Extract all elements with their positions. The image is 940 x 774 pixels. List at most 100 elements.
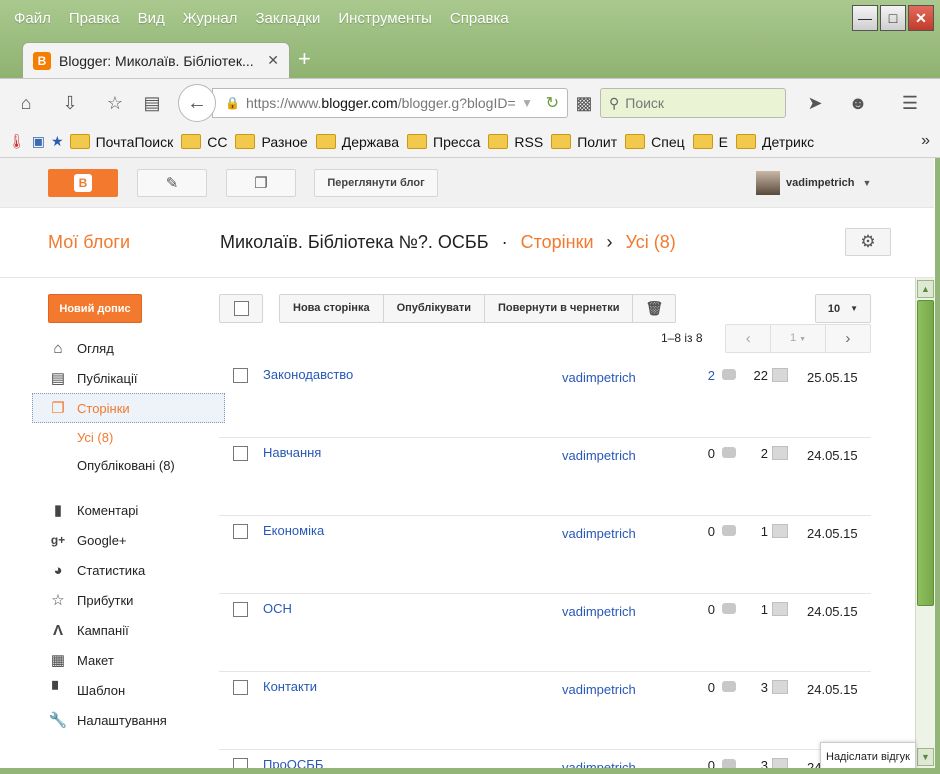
menu-help[interactable]: Справка — [450, 10, 509, 27]
minimize-icon[interactable]: — — [852, 5, 878, 31]
revert-to-draft-button[interactable]: Повернути в чернетки — [485, 295, 634, 322]
stats-graph-icon[interactable] — [772, 602, 788, 616]
row-checkbox[interactable] — [233, 524, 248, 539]
url-dropdown-icon[interactable]: ▼ — [521, 96, 533, 110]
monitor-icon[interactable]: ▣ — [32, 133, 45, 150]
more-bookmarks-icon[interactable]: » — [921, 132, 930, 150]
bookmark-folder[interactable]: Детрикс — [736, 134, 814, 150]
stats-graph-icon[interactable] — [772, 758, 788, 768]
menu-file[interactable]: Файл — [14, 10, 51, 27]
send-icon[interactable]: ➤ — [803, 91, 827, 115]
page-title-link[interactable]: Економіка — [263, 523, 324, 538]
menu-edit[interactable]: Правка — [69, 10, 120, 27]
sidebar-sub-published[interactable]: Опубліковані (8) — [77, 458, 175, 473]
sidebar-item-settings[interactable]: 🔧 Налаштування — [48, 708, 167, 732]
sidebar-item-pages[interactable]: ❐ Сторінки — [48, 396, 129, 420]
bookmark-folder[interactable]: Пресса — [407, 134, 480, 150]
author-link[interactable]: vadimpetrich — [562, 370, 636, 385]
reading-list-icon[interactable]: ▤ — [140, 91, 164, 115]
next-page-icon[interactable]: › — [826, 325, 870, 352]
blogger-logo-button[interactable]: B — [48, 169, 118, 197]
page-select[interactable]: 1 ▼ — [771, 325, 826, 352]
sidebar-item-layout[interactable]: ▦ Макет — [48, 648, 114, 672]
sidebar-item-google-plus[interactable]: g+ Google+ — [48, 528, 127, 552]
row-checkbox[interactable] — [233, 680, 248, 695]
per-page-select[interactable]: 10 ▼ — [815, 294, 871, 323]
bookmark-folder[interactable]: Держава — [315, 134, 399, 150]
menu-bookmarks[interactable]: Закладки — [255, 10, 320, 27]
close-window-icon[interactable]: ✕ — [908, 5, 934, 31]
thermometer-icon[interactable]: 🌡 — [8, 133, 26, 150]
author-link[interactable]: vadimpetrich — [562, 448, 636, 463]
author-link[interactable]: vadimpetrich — [562, 526, 636, 541]
bookmark-folder[interactable]: Разное — [235, 134, 308, 150]
trash-icon[interactable]: 🗑 — [633, 295, 675, 322]
home-icon[interactable]: ⌂ — [14, 91, 38, 115]
my-blogs-link[interactable]: Мої блоги — [48, 232, 130, 253]
new-post-pencil-button[interactable]: ✎ — [137, 169, 207, 197]
download-icon[interactable]: ⇩ — [58, 91, 82, 115]
addon-icon[interactable]: ▩ — [572, 91, 596, 115]
hamburger-menu-icon[interactable]: ☰ — [898, 91, 922, 115]
stats-graph-icon[interactable] — [772, 524, 788, 538]
sidebar-item-campaigns[interactable]: Λ Кампанії — [48, 618, 129, 642]
menu-tools[interactable]: Инструменты — [338, 10, 432, 27]
blog-name[interactable]: Миколаїв. Бібліотека №?. ОСББ — [220, 232, 489, 252]
sidebar-item-comments[interactable]: ▮ Коментарі — [48, 498, 138, 522]
sidebar-sub-all[interactable]: Усі (8) — [77, 430, 113, 445]
maximize-icon[interactable]: □ — [880, 5, 906, 31]
sidebar-item-template[interactable]: ▘ Шаблон — [48, 678, 125, 702]
page-title-link[interactable]: Контакти — [263, 679, 317, 694]
new-post-button[interactable]: Новий допис — [48, 294, 142, 323]
comments-count[interactable]: 2 — [685, 368, 715, 383]
reload-icon[interactable]: ↻ — [546, 93, 559, 113]
scrollbar-thumb[interactable] — [917, 300, 934, 606]
select-all-checkbox[interactable] — [219, 294, 263, 323]
row-checkbox[interactable] — [233, 758, 248, 768]
gear-icon[interactable]: ⚙ — [845, 228, 891, 256]
address-bar[interactable]: 🔒 https://www. blogger.com/blogger.g?blog… — [212, 88, 568, 118]
new-tab-icon[interactable]: + — [298, 46, 311, 72]
bookmark-folder[interactable]: ПочтаПоиск — [69, 134, 173, 150]
sidebar-item-earnings[interactable]: ☆ Прибутки — [48, 588, 133, 612]
star-icon[interactable]: ☆ — [103, 91, 127, 115]
star-bookmark-icon[interactable]: ★ — [51, 133, 64, 150]
scroll-up-icon[interactable]: ▲ — [917, 280, 934, 298]
scroll-down-icon[interactable]: ▼ — [917, 748, 934, 766]
page-title-link[interactable]: ОСН — [263, 601, 292, 616]
view-blog-button[interactable]: Переглянути блог — [314, 169, 438, 197]
bookmark-folder[interactable]: Полит — [551, 134, 617, 150]
row-checkbox[interactable] — [233, 368, 248, 383]
bookmark-folder[interactable]: Спец — [625, 134, 685, 150]
new-page-button[interactable]: Нова сторінка — [280, 295, 384, 322]
page-title-link[interactable]: Навчання — [263, 445, 321, 460]
browser-tab[interactable]: B Blogger: Миколаїв. Бібліотек... ✕ — [22, 42, 290, 78]
close-tab-icon[interactable]: ✕ — [267, 52, 279, 69]
menu-history[interactable]: Журнал — [183, 10, 238, 27]
posts-list-button[interactable]: ❐ — [226, 169, 296, 197]
search-input[interactable]: ⚲ Поиск — [600, 88, 786, 118]
stats-graph-icon[interactable] — [772, 680, 788, 694]
sidebar-item-posts[interactable]: ▤ Публікації — [48, 366, 138, 390]
page-title-link[interactable]: Законодавство — [263, 367, 353, 382]
stats-graph-icon[interactable] — [772, 446, 788, 460]
row-checkbox[interactable] — [233, 446, 248, 461]
sidebar-item-stats[interactable]: ◕ Статистика — [48, 558, 145, 582]
back-button[interactable]: ← — [178, 84, 216, 122]
sidebar-item-overview[interactable]: ⌂ Огляд — [48, 336, 113, 360]
user-menu[interactable]: vadimpetrich ▼ — [756, 171, 871, 195]
stats-graph-icon[interactable] — [772, 368, 788, 382]
vertical-scrollbar[interactable]: ▲ ▼ — [915, 278, 935, 768]
bookmark-folder[interactable]: CC — [181, 134, 227, 150]
prev-page-icon[interactable]: ‹ — [726, 325, 772, 352]
breadcrumb-section[interactable]: Сторінки — [521, 232, 594, 252]
publish-button[interactable]: Опублікувати — [384, 295, 485, 322]
bookmark-folder[interactable]: RSS — [488, 134, 543, 150]
author-link[interactable]: vadimpetrich — [562, 760, 636, 768]
bookmark-folder[interactable]: E — [692, 134, 728, 150]
smiley-icon[interactable]: ☻ — [846, 91, 870, 115]
author-link[interactable]: vadimpetrich — [562, 682, 636, 697]
page-title-link[interactable]: ПроОСББ — [263, 757, 323, 768]
row-checkbox[interactable] — [233, 602, 248, 617]
author-link[interactable]: vadimpetrich — [562, 604, 636, 619]
